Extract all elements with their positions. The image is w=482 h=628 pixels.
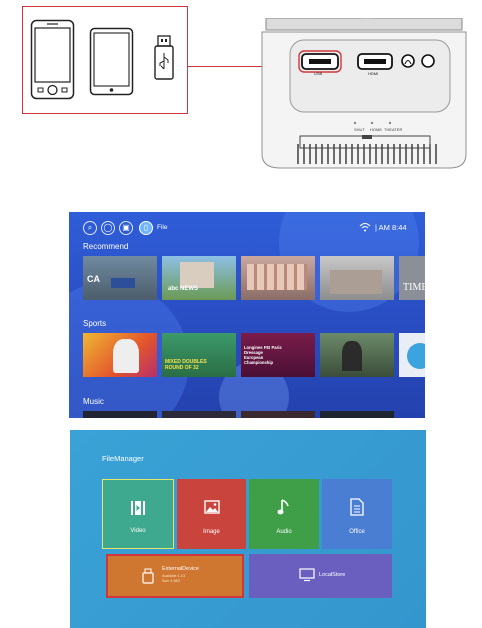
music-tile[interactable] [83,411,157,418]
file-manager-title: FileManager [102,454,144,463]
image-icon [203,500,220,514]
music-tile[interactable] [241,411,315,418]
section-title-music: Music [83,397,104,406]
section-title-sports: Sports [83,319,107,328]
file-icon[interactable]: ▯ [139,221,153,235]
connection-diagram: USB HDMI SHUT HOME THEATER [0,0,482,200]
usb-port-label: USB [314,71,323,76]
section-title-recommend: Recommend [83,242,129,251]
local-store-label: LocalStore [319,572,346,578]
file-manager-screen: FileManager Video Image Audio Office Ext… [70,430,426,628]
user-icon[interactable]: ◯ [101,221,115,235]
clock: | AM 8:44 [375,223,407,232]
image-label: Image [203,529,220,535]
shut-button-label: SHUT [354,127,365,132]
external-device-label: ExternalDevice [162,566,199,572]
music-tile[interactable] [320,411,394,418]
sports-tile[interactable] [399,333,425,377]
usb-drive-icon [142,568,154,584]
sports-tile[interactable]: Longines FEI Paris Dressage European Cha… [241,333,315,377]
recommend-tile[interactable] [241,256,315,300]
music-tile[interactable] [162,411,236,418]
power-port-icon [421,54,435,68]
theater-button-label: THEATER [384,127,403,132]
device-highlight-box [22,6,188,114]
usb-drive-icon [154,35,174,80]
tablet-icon [89,27,134,96]
file-label[interactable]: File [157,224,167,231]
sports-tile[interactable] [83,333,157,377]
monitor-icon [299,568,315,582]
audio-tile[interactable]: Audio [249,479,319,549]
smartphone-icon [30,19,75,100]
external-available: Available 1.1G [162,574,186,578]
external-device-tile[interactable]: ExternalDevice Available 1.1G Sum 4.98G [106,554,244,598]
wifi-icon [359,223,371,232]
audio-label: Audio [276,529,292,535]
hdmi-port-label: HDMI [368,71,379,76]
recommend-tile[interactable]: abc NEWS [162,256,236,300]
recommend-tile[interactable] [320,256,394,300]
local-store-tile[interactable]: LocalStore [249,554,392,598]
video-icon [131,501,145,515]
video-label: Video [130,528,146,534]
video-tile[interactable]: Video [102,479,174,549]
document-icon [350,498,364,516]
image-tile[interactable]: Image [177,479,246,549]
projector-rear-drawing [261,18,467,169]
sports-tile[interactable] [320,333,394,377]
office-label: Office [349,529,365,535]
tv-home-screen: ⌕ ◯ ▣ ▯ File | AM 8:44 Recommend CA abc … [69,212,425,418]
recommend-tile[interactable]: TIME [399,256,425,300]
office-tile[interactable]: Office [322,479,392,549]
input-source-icon[interactable]: ▣ [119,221,133,235]
search-icon[interactable]: ⌕ [83,221,97,235]
sports-tile[interactable]: MIXED DOUBLES ROUND OF 32 [162,333,236,377]
music-note-icon [277,499,289,515]
external-sum: Sum 4.98G [162,579,181,583]
recommend-tile[interactable]: CA [83,256,157,300]
home-button-label: HOME [370,127,382,132]
